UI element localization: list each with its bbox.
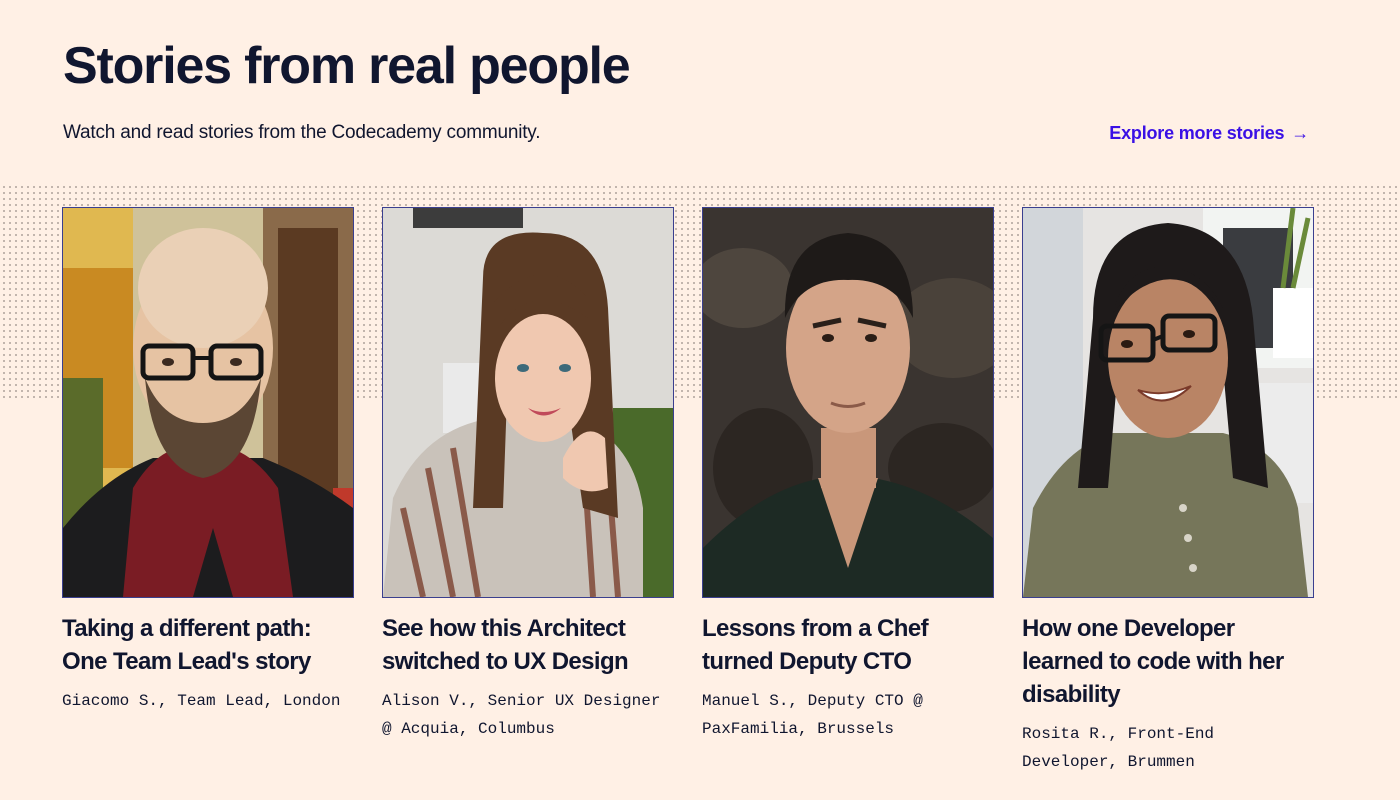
story-card-rosita[interactable]: How one Developer learned to code with h… [1022, 207, 1314, 776]
story-card-alison[interactable]: See how this Architect switched to UX De… [382, 207, 674, 776]
story-photo-alison[interactable] [382, 207, 674, 598]
story-card-manuel[interactable]: Lessons from a Chef turned Deputy CTO Ma… [702, 207, 994, 776]
story-title[interactable]: See how this Architect switched to UX De… [382, 612, 674, 678]
explore-more-stories-link[interactable]: Explore more stories → [1109, 122, 1309, 144]
story-author-meta: Rosita R., Front-End Developer, Brummen [1022, 725, 1215, 771]
story-card-giacomo[interactable]: Taking a different path: One Team Lead's… [62, 207, 354, 776]
story-author-meta: Alison V., Senior UX Designer @ Acquia, … [382, 692, 661, 738]
story-photo-giacomo[interactable] [62, 207, 354, 598]
story-title[interactable]: Lessons from a Chef turned Deputy CTO [702, 612, 994, 678]
page-subtitle: Watch and read stories from the Codecade… [63, 122, 541, 143]
story-photo-manuel[interactable] [702, 207, 994, 598]
story-title[interactable]: Taking a different path: One Team Lead's… [62, 612, 354, 678]
explore-link-label[interactable]: Explore more stories [1109, 123, 1284, 143]
story-photo-rosita[interactable] [1022, 207, 1314, 598]
story-cards: Taking a different path: One Team Lead's… [62, 207, 1315, 776]
story-author-meta: Manuel S., Deputy CTO @ PaxFamilia, Brus… [702, 692, 923, 738]
story-author-meta: Giacomo S., Team Lead, London [62, 692, 341, 710]
arrow-right-icon: → [1291, 123, 1309, 143]
page-title: Stories from real people [63, 37, 631, 95]
story-title[interactable]: How one Developer learned to code with h… [1022, 612, 1314, 711]
